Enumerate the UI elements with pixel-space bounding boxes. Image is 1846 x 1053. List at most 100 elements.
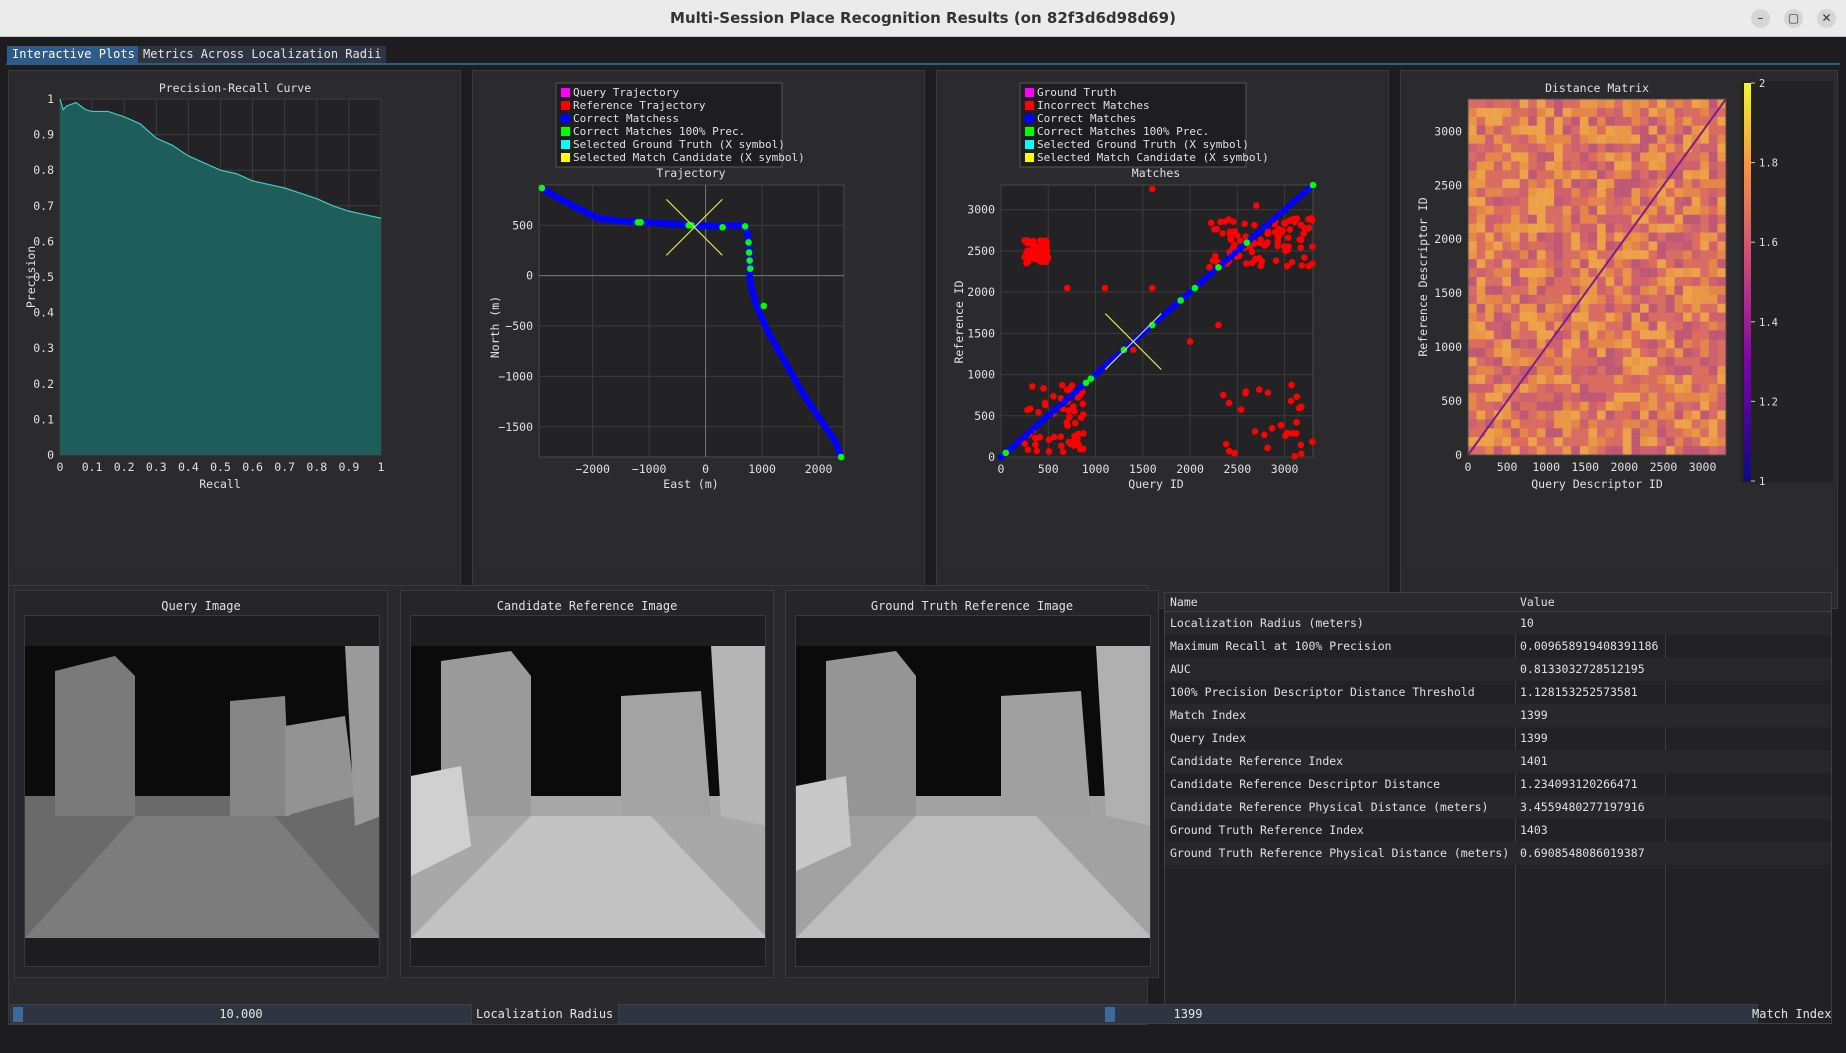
trajectory-chart[interactable]: Query TrajectoryReference TrajectoryCorr…	[479, 77, 920, 569]
close-button[interactable]: ✕	[1817, 9, 1836, 28]
match-index-slider[interactable]: 1399	[618, 1004, 1758, 1024]
colorbar-frame	[1741, 81, 1833, 483]
heatmap-cell	[1528, 232, 1538, 242]
heatmap-cell	[1519, 241, 1529, 251]
heatmap-cell	[1597, 125, 1607, 136]
heatmap-cell	[1631, 392, 1641, 403]
heatmap-cell	[1700, 250, 1710, 260]
heatmap-cell	[1683, 330, 1693, 340]
heatmap-cell	[1571, 250, 1581, 260]
heatmap-cell	[1631, 428, 1641, 438]
heatmap-cell	[1571, 125, 1581, 136]
heatmap-cell	[1502, 259, 1512, 269]
heatmap-cell	[1528, 268, 1538, 278]
heatmap-cell	[1536, 134, 1546, 144]
distance-matrix-plot[interactable]: Distance Matrix 0 0 500 500 1000 1000 1500 1500 2…	[1407, 77, 1833, 569]
heatmap-cell	[1717, 303, 1727, 314]
heatmap-cell	[1554, 241, 1564, 251]
heatmap-cell	[1554, 223, 1564, 233]
row-value: 1.234093120266471	[1520, 777, 1638, 791]
heatmap-cell	[1683, 392, 1693, 403]
heatmap-cell	[1562, 205, 1572, 216]
heatmap-cell	[1657, 339, 1667, 349]
heatmap-cell	[1648, 107, 1658, 118]
heatmap-cell	[1648, 250, 1658, 260]
heatmap-cell	[1476, 294, 1486, 305]
heatmap-cell	[1605, 419, 1615, 429]
heatmap-cell	[1554, 357, 1564, 367]
restore-button[interactable]: ▢	[1784, 9, 1803, 28]
heatmap-cell	[1511, 410, 1521, 420]
heatmap-cell	[1700, 410, 1710, 420]
heatmap-cell	[1674, 294, 1684, 305]
heatmap-cell	[1708, 99, 1718, 109]
heatmap-cell	[1468, 116, 1478, 127]
trajectory-plot[interactable]: Query Trajectory Reference Trajectory Corr…	[479, 77, 920, 569]
pr-curve-plot[interactable]: Precision-Recall Curve 0 0.1 0.2 0.3 0.4 0.5 0.…	[15, 77, 456, 569]
heatmap-cell	[1579, 188, 1589, 198]
table-row: Maximum Recall at 100% Precision 0.009658…	[1165, 635, 1831, 658]
legend-item: Selected Match Candidate (X symbol)	[1037, 151, 1269, 164]
heatmap-cell	[1588, 232, 1598, 242]
heatmap-cell	[1468, 170, 1478, 180]
incorrect-match-point	[1242, 388, 1250, 395]
heatmap-cell	[1640, 410, 1650, 420]
heatmap-cell	[1571, 161, 1581, 171]
table-row: Candidate Reference Descriptor Distance 1…	[1165, 773, 1831, 796]
heatmap-cell	[1588, 339, 1598, 349]
heatmap-cell	[1674, 170, 1684, 180]
heatmap-cell	[1640, 392, 1650, 403]
tab-metrics-across-radii[interactable]: Metrics Across Localization Radii	[138, 46, 387, 63]
heatmap-cell	[1683, 241, 1693, 251]
heatmap-cell	[1571, 205, 1581, 216]
colorbar-tick-label: 1.8	[1759, 158, 1778, 170]
correct-match-100-point	[637, 218, 644, 226]
heatmap-cell	[1502, 161, 1512, 171]
heatmap-cell	[1708, 321, 1718, 331]
minimize-button[interactable]: –	[1751, 9, 1770, 28]
heatmap-cell	[1562, 188, 1572, 198]
heatmap-cell	[1511, 268, 1521, 278]
heatmap-cell	[1502, 188, 1512, 198]
heatmap-cell	[1717, 437, 1727, 447]
pr-curve-chart[interactable]: Precision-Recall Curve 0 0.1 0.2 0.3 0.4 0.5 0.…	[15, 77, 456, 569]
heatmap-cell	[1631, 303, 1641, 314]
distance-matrix-chart[interactable]: Distance Matrix 00 500 500 1000 1000 1500 1500 2…	[1407, 77, 1833, 569]
heatmap-cell	[1614, 366, 1624, 376]
incorrect-match-point	[1070, 437, 1078, 445]
heatmap-cell	[1528, 419, 1538, 429]
heatmap-cell	[1683, 125, 1693, 136]
matches-plot[interactable]: Ground Truth Incorrect Matches Correct Mat…	[943, 77, 1384, 569]
heatmap-cell	[1717, 134, 1727, 144]
tab-interactive-plots[interactable]: Interactive Plots	[7, 46, 140, 63]
legend-item: Selected Ground Truth (X symbol)	[1037, 138, 1249, 151]
legend-swatch	[1025, 153, 1034, 162]
heatmap-cell	[1674, 446, 1684, 456]
matches-chart[interactable]: Ground TruthIncorrect MatchesCorrect Mat…	[943, 77, 1384, 569]
heatmap-cell	[1717, 383, 1727, 394]
row-value: 1403	[1520, 823, 1548, 837]
heatmap-cell	[1502, 125, 1512, 136]
heatmap-cell	[1536, 152, 1546, 162]
heatmap-cell	[1657, 357, 1667, 367]
heatmap-cell	[1554, 437, 1564, 447]
incorrect-match-point	[1284, 234, 1292, 241]
incorrect-match-point	[1021, 253, 1029, 261]
heatmap-cell	[1622, 366, 1632, 376]
heatmap-cell	[1657, 116, 1667, 127]
heatmap-cell	[1605, 179, 1615, 189]
heatmap-cell	[1579, 410, 1589, 420]
heatmap-cell	[1468, 259, 1478, 269]
heatmap-cell	[1700, 437, 1710, 447]
heatmap-cell	[1528, 250, 1538, 260]
row-value: 1399	[1520, 708, 1548, 722]
heatmap-cell	[1674, 312, 1684, 322]
heatmap-cell	[1519, 285, 1529, 296]
heatmap-cell	[1605, 285, 1615, 296]
heatmap-cell	[1519, 143, 1529, 153]
heatmap-cell	[1562, 116, 1572, 127]
heatmap-cell	[1640, 428, 1650, 438]
localization-radius-slider[interactable]: 10.000	[10, 1004, 472, 1024]
heatmap-cell	[1605, 116, 1615, 127]
app-body: Interactive Plots Metrics Across Localiz…	[0, 37, 1846, 1053]
